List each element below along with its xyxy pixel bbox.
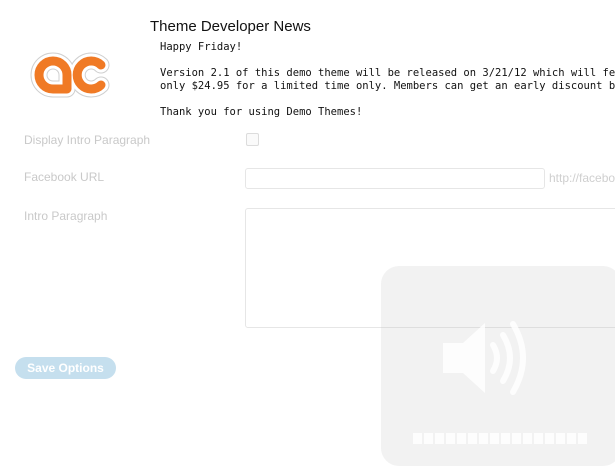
news-title: Theme Developer News — [150, 18, 311, 35]
speaker-volume-icon — [443, 321, 526, 395]
news-greeting: Happy Friday! — [160, 41, 243, 53]
display-intro-label: Display Intro Paragraph — [24, 133, 151, 147]
intro-paragraph-label: Intro Paragraph — [24, 209, 108, 223]
news-body: Happy Friday! Version 2.1 of this demo t… — [160, 41, 615, 132]
save-options-button[interactable]: Save Options — [15, 357, 116, 379]
news-announcement: Version 2.1 of this demo theme will be r… — [160, 67, 615, 93]
facebook-url-input[interactable] — [245, 168, 545, 189]
news-closing: Thank you for using Demo Themes! — [160, 106, 363, 118]
news-announcement-line-1: Version 2.1 of this demo theme will be r… — [160, 67, 615, 79]
volume-overlay — [381, 266, 615, 466]
news-announcement-line-2: only $24.95 for a limited time only. Mem… — [160, 80, 615, 92]
facebook-url-label: Facebook URL — [24, 170, 105, 184]
volume-level-bar — [413, 433, 615, 444]
display-intro-checkbox[interactable] — [246, 133, 259, 146]
theme-logo-icon — [30, 52, 110, 98]
facebook-url-hint: http://facebo — [549, 171, 615, 185]
